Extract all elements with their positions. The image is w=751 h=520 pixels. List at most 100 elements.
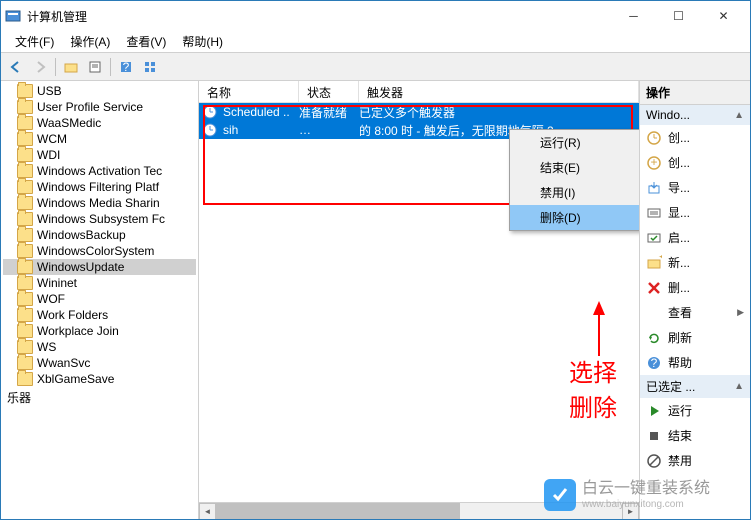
action-refresh[interactable]: 刷新 (640, 325, 750, 350)
action-group-1-label: Windo... (646, 108, 690, 122)
action-pane: 操作 Windo... ▲ 创...+创...导...显...启...✦新...… (640, 81, 750, 519)
tree-item-windows-subsystem-fc[interactable]: Windows Subsystem Fc (3, 211, 196, 227)
tree-item-wdi[interactable]: WDI (3, 147, 196, 163)
tree-item-windows-activation-tec[interactable]: Windows Activation Tec (3, 163, 196, 179)
action-import[interactable]: 导... (640, 175, 750, 200)
tree-item-windowsupdate[interactable]: WindowsUpdate (3, 259, 196, 275)
delete-icon (646, 280, 662, 296)
tree-pane[interactable]: USBUser Profile ServiceWaaSMedicWCMWDIWi… (1, 81, 199, 519)
tree-label: User Profile Service (37, 100, 143, 114)
window-title: 计算机管理 (27, 8, 611, 25)
tree-item-windows-filtering-platf[interactable]: Windows Filtering Platf (3, 179, 196, 195)
tree-item-wwansvc[interactable]: WwanSvc (3, 355, 196, 371)
import-icon (646, 180, 662, 196)
tree-label: WDI (37, 148, 60, 162)
folder-button[interactable] (60, 56, 82, 78)
watermark-text: 白云一键重装系统 www.baiyunxitong.com (582, 479, 710, 510)
tree-item-wininet[interactable]: Wininet (3, 275, 196, 291)
action-run[interactable]: 运行 (640, 398, 750, 423)
enable-icon (646, 230, 662, 246)
action-enable[interactable]: 启... (640, 225, 750, 250)
action-group-1[interactable]: Windo... ▲ (640, 105, 750, 125)
tree-item-user-profile-service[interactable]: User Profile Service (3, 99, 196, 115)
tree-item-windowsbackup[interactable]: WindowsBackup (3, 227, 196, 243)
svg-text:?: ? (123, 60, 130, 74)
action-clock[interactable]: 创... (640, 125, 750, 150)
action-help[interactable]: ?帮助 (640, 350, 750, 375)
folder-icon (17, 132, 33, 146)
scroll-left-button[interactable]: ◄ (199, 503, 216, 519)
action-clock-new[interactable]: +创... (640, 150, 750, 175)
menu-view[interactable]: 查看(V) (118, 31, 174, 52)
watermark-logo-icon (544, 479, 576, 511)
task-row[interactable]: Scheduled ..准备就绪已定义多个触发器 (199, 103, 639, 121)
tree-item-waasmedic[interactable]: WaaSMedic (3, 115, 196, 131)
action-folder-new[interactable]: ✦新... (640, 250, 750, 275)
tree-bottom-label: 乐器 (3, 387, 196, 408)
action-label: 结束 (668, 427, 744, 444)
tree-item-xblgamesave[interactable]: XblGameSave (3, 371, 196, 387)
folder-icon (17, 340, 33, 354)
tree-item-workplace-join[interactable]: Workplace Join (3, 323, 196, 339)
tree-label: Windows Media Sharin (37, 196, 160, 210)
tree-item-windowscolorsystem[interactable]: WindowsColorSystem (3, 243, 196, 259)
show-icon (646, 205, 662, 221)
folder-icon (17, 276, 33, 290)
menu-file[interactable]: 文件(F) (7, 31, 62, 52)
tree-item-windows-media-sharin[interactable]: Windows Media Sharin (3, 195, 196, 211)
tree-label: WindowsBackup (37, 228, 126, 242)
ctx-end[interactable]: 结束(E) (510, 155, 640, 180)
folder-icon (17, 180, 33, 194)
menu-action[interactable]: 操作(A) (62, 31, 118, 52)
col-header-status[interactable]: 状态 (299, 81, 359, 102)
tree-item-wof[interactable]: WOF (3, 291, 196, 307)
end-icon (646, 428, 662, 444)
close-button[interactable]: ✕ (701, 2, 746, 30)
action-group-2[interactable]: 已选定 ... ▲ (640, 375, 750, 398)
action-end[interactable]: 结束 (640, 423, 750, 448)
svg-text:✦: ✦ (658, 255, 662, 264)
action-view[interactable]: 查看▶ (640, 300, 750, 325)
folder-icon (17, 212, 33, 226)
ctx-disable[interactable]: 禁用(I) (510, 180, 640, 205)
forward-button[interactable] (29, 56, 51, 78)
watermark-main: 白云一键重装系统 (582, 479, 710, 498)
disable-icon (646, 453, 662, 469)
help-button[interactable]: ? (115, 56, 137, 78)
folder-icon (17, 292, 33, 306)
maximize-button[interactable]: ☐ (656, 2, 701, 30)
col-header-name[interactable]: 名称 (199, 81, 299, 102)
tree-item-ws[interactable]: WS (3, 339, 196, 355)
collapse-icon: ▲ (734, 110, 744, 121)
col-header-trigger[interactable]: 触发器 (359, 81, 639, 102)
list-pane: 名称 状态 触发器 Scheduled ..准备就绪已定义多个触发器sih…的 … (199, 81, 640, 519)
action-delete[interactable]: 删... (640, 275, 750, 300)
tree-item-wcm[interactable]: WCM (3, 131, 196, 147)
ctx-delete[interactable]: 删除(D) (510, 205, 640, 230)
folder-icon (17, 164, 33, 178)
minimize-button[interactable]: ─ (611, 2, 656, 30)
tree-item-work-folders[interactable]: Work Folders (3, 307, 196, 323)
tree-label: USB (37, 84, 62, 98)
tree-label: WindowsUpdate (37, 260, 124, 274)
properties-button[interactable] (84, 56, 106, 78)
action-label: 查看 (668, 304, 731, 321)
action-header: 操作 (640, 81, 750, 105)
action-show[interactable]: 显... (640, 200, 750, 225)
grid-button[interactable] (139, 56, 161, 78)
tree-label: WaaSMedic (37, 116, 101, 130)
watermark: 白云一键重装系统 www.baiyunxitong.com (544, 479, 710, 511)
ctx-run[interactable]: 运行(R) (510, 130, 640, 155)
action-label: 禁用 (668, 452, 744, 469)
tree-label: WwanSvc (37, 356, 90, 370)
run-icon (646, 403, 662, 419)
watermark-sub: www.baiyunxitong.com (582, 499, 710, 511)
folder-icon (17, 84, 33, 98)
menu-help[interactable]: 帮助(H) (174, 31, 231, 52)
tree-label: Windows Subsystem Fc (37, 212, 165, 226)
action-disable[interactable]: 禁用 (640, 448, 750, 473)
titlebar: 计算机管理 ─ ☐ ✕ (1, 1, 750, 31)
help-icon: ? (646, 355, 662, 371)
tree-item-usb[interactable]: USB (3, 83, 196, 99)
back-button[interactable] (5, 56, 27, 78)
